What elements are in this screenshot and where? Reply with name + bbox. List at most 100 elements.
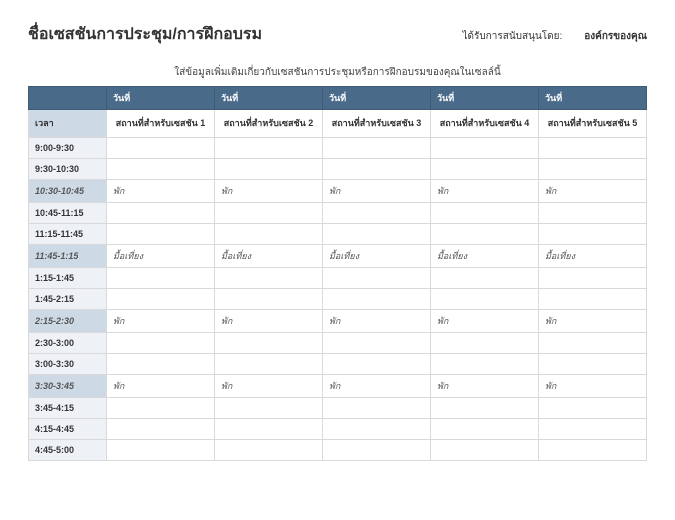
session-cell: พัก	[107, 375, 215, 398]
table-row: 4:45-5:00	[29, 440, 647, 461]
sponsor-row: ได้รับการสนับสนุนโดย: องค์กรของคุณ	[462, 29, 647, 44]
session-cell	[431, 138, 539, 159]
session-cell	[107, 289, 215, 310]
session-cell: พัก	[539, 310, 647, 333]
session-cell	[323, 440, 431, 461]
session-cell: พัก	[431, 310, 539, 333]
time-cell: 2:15-2:30	[29, 310, 107, 333]
session-cell: พัก	[107, 310, 215, 333]
day-header: วันที่	[539, 87, 647, 110]
session-cell: พัก	[431, 375, 539, 398]
location-header: สถานที่สำหรับเซสชัน 2	[215, 110, 323, 138]
time-cell: 3:45-4:15	[29, 398, 107, 419]
subtitle: ใส่ข้อมูลเพิ่มเติมเกี่ยวกับเซสชันการประช…	[28, 65, 647, 80]
session-cell	[323, 203, 431, 224]
session-cell	[215, 440, 323, 461]
time-cell: 4:15-4:45	[29, 419, 107, 440]
time-cell: 9:00-9:30	[29, 138, 107, 159]
session-cell	[107, 203, 215, 224]
location-header: สถานที่สำหรับเซสชัน 5	[539, 110, 647, 138]
session-cell: มื้อเที่ยง	[107, 245, 215, 268]
table-row: 11:45-1:15มื้อเที่ยงมื้อเที่ยงมื้อเที่ยง…	[29, 245, 647, 268]
session-cell	[431, 289, 539, 310]
sponsor-label: ได้รับการสนับสนุนโดย:	[462, 29, 562, 44]
session-cell	[539, 138, 647, 159]
session-cell	[539, 440, 647, 461]
session-cell	[107, 398, 215, 419]
day-header: วันที่	[215, 87, 323, 110]
time-cell: 10:30-10:45	[29, 180, 107, 203]
location-header: สถานที่สำหรับเซสชัน 3	[323, 110, 431, 138]
table-row: 10:30-10:45พักพักพักพักพัก	[29, 180, 647, 203]
session-cell	[215, 159, 323, 180]
session-cell	[539, 268, 647, 289]
time-cell: 10:45-11:15	[29, 203, 107, 224]
session-cell	[539, 159, 647, 180]
table-row: 1:15-1:45	[29, 268, 647, 289]
session-cell	[431, 419, 539, 440]
session-cell	[539, 203, 647, 224]
session-cell	[215, 333, 323, 354]
time-cell: 11:45-1:15	[29, 245, 107, 268]
table-row: 10:45-11:15	[29, 203, 647, 224]
day-header: วันที่	[323, 87, 431, 110]
session-cell	[323, 419, 431, 440]
session-cell	[215, 398, 323, 419]
table-row: 4:15-4:45	[29, 419, 647, 440]
session-cell	[215, 203, 323, 224]
time-cell: 1:45-2:15	[29, 289, 107, 310]
table-row: 2:15-2:30พักพักพักพักพัก	[29, 310, 647, 333]
session-cell	[107, 333, 215, 354]
table-row: 9:30-10:30	[29, 159, 647, 180]
location-header: สถานที่สำหรับเซสชัน 1	[107, 110, 215, 138]
session-cell	[323, 138, 431, 159]
day-header-blank	[29, 87, 107, 110]
page-title: ชื่อเซสชันการประชุม/การฝึกอบรม	[28, 22, 262, 47]
session-cell	[431, 333, 539, 354]
session-cell	[323, 224, 431, 245]
location-header: สถานที่สำหรับเซสชัน 4	[431, 110, 539, 138]
time-cell: 9:30-10:30	[29, 159, 107, 180]
session-cell	[215, 224, 323, 245]
table-row: 2:30-3:00	[29, 333, 647, 354]
session-cell	[539, 289, 647, 310]
session-cell: พัก	[323, 180, 431, 203]
table-row: 1:45-2:15	[29, 289, 647, 310]
time-cell: 4:45-5:00	[29, 440, 107, 461]
session-cell	[323, 289, 431, 310]
table-row: 11:15-11:45	[29, 224, 647, 245]
session-cell	[107, 159, 215, 180]
session-cell	[323, 333, 431, 354]
session-cell	[215, 138, 323, 159]
session-cell	[107, 224, 215, 245]
location-header-row: เวลา สถานที่สำหรับเซสชัน 1 สถานที่สำหรับ…	[29, 110, 647, 138]
time-cell: 1:15-1:45	[29, 268, 107, 289]
time-cell: 11:15-11:45	[29, 224, 107, 245]
session-cell	[539, 354, 647, 375]
session-cell	[323, 159, 431, 180]
session-cell	[215, 268, 323, 289]
session-cell	[107, 419, 215, 440]
time-cell: 3:00-3:30	[29, 354, 107, 375]
session-cell	[323, 268, 431, 289]
session-cell: พัก	[215, 375, 323, 398]
session-cell: พัก	[539, 375, 647, 398]
time-cell: 2:30-3:00	[29, 333, 107, 354]
session-cell: พัก	[323, 310, 431, 333]
table-row: 3:30-3:45พักพักพักพักพัก	[29, 375, 647, 398]
session-cell	[539, 398, 647, 419]
session-cell	[431, 354, 539, 375]
schedule-table: วันที่ วันที่ วันที่ วันที่ วันที่ เวลา …	[28, 86, 647, 461]
session-cell: พัก	[215, 310, 323, 333]
session-cell	[431, 440, 539, 461]
session-cell: พัก	[323, 375, 431, 398]
session-cell: มื้อเที่ยง	[323, 245, 431, 268]
session-cell	[431, 159, 539, 180]
session-cell	[431, 224, 539, 245]
session-cell: พัก	[215, 180, 323, 203]
session-cell	[107, 440, 215, 461]
session-cell	[539, 333, 647, 354]
session-cell	[431, 268, 539, 289]
table-row: 3:45-4:15	[29, 398, 647, 419]
day-header: วันที่	[107, 87, 215, 110]
